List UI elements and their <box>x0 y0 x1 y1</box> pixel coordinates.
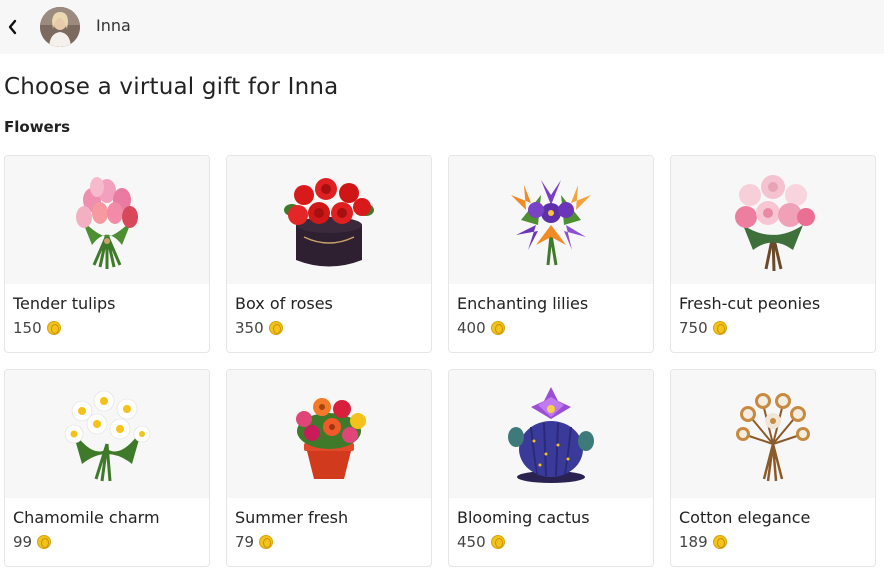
gift-name: Summer fresh <box>235 508 349 527</box>
gift-price: 750 <box>679 319 727 337</box>
roses-box-icon <box>284 178 374 267</box>
gift-name: Tender tulips <box>13 294 116 313</box>
gift-price: 400 <box>457 319 505 337</box>
chevron-left-icon <box>8 19 17 35</box>
flower-pot-icon <box>296 398 366 479</box>
gift-card-chamomile-charm[interactable]: Chamomile charm 99 <box>4 369 210 567</box>
coin-icon <box>268 321 283 335</box>
gift-name: Box of roses <box>235 294 333 313</box>
tulips-bouquet-icon <box>76 177 138 269</box>
gift-name: Fresh-cut peonies <box>679 294 821 313</box>
gift-name: Cotton elegance <box>679 508 811 527</box>
section-heading: Flowers <box>4 118 71 136</box>
back-button[interactable] <box>2 15 24 39</box>
username[interactable]: Inna <box>96 16 131 35</box>
gift-card-box-of-roses[interactable]: Box of roses 350 <box>226 155 432 353</box>
coin-icon <box>259 535 274 549</box>
gift-card-tender-tulips[interactable]: Tender tulips 150 <box>4 155 210 353</box>
gift-name: Chamomile charm <box>13 508 160 527</box>
coin-icon <box>46 321 61 335</box>
gift-name: Enchanting lilies <box>457 294 589 313</box>
gift-image <box>227 370 431 498</box>
peonies-bouquet-icon <box>735 175 815 272</box>
gift-image <box>5 156 209 284</box>
gift-card-fresh-cut-peonies[interactable]: Fresh-cut peonies 750 <box>670 155 876 353</box>
gift-card-cotton-elegance[interactable]: Cotton elegance 189 <box>670 369 876 567</box>
gift-card-blooming-cactus[interactable]: Blooming cactus 450 <box>448 369 654 567</box>
gift-card-summer-fresh[interactable]: Summer fresh 79 <box>226 369 432 567</box>
gift-image <box>449 370 653 498</box>
coin-icon <box>712 321 727 335</box>
gift-price: 189 <box>679 533 727 551</box>
coin-icon <box>490 321 505 335</box>
page-title: Choose a virtual gift for Inna <box>4 74 339 100</box>
gift-image <box>449 156 653 284</box>
gift-image <box>671 156 875 284</box>
gift-price: 450 <box>457 533 505 551</box>
gift-price: 350 <box>235 319 283 337</box>
avatar[interactable] <box>40 7 80 47</box>
gift-price: 99 <box>13 533 52 551</box>
gift-name: Blooming cactus <box>457 508 590 527</box>
gift-price: 150 <box>13 319 61 337</box>
top-bar: Inna <box>0 0 884 54</box>
lilies-bouquet-icon <box>511 180 591 266</box>
gift-image <box>5 370 209 498</box>
chamomile-bouquet-icon <box>64 390 151 482</box>
gift-grid: Tender tulips 150 Box of roses 350 Encha… <box>4 155 876 567</box>
gift-image <box>671 370 875 498</box>
gift-image <box>227 156 431 284</box>
gift-price: 79 <box>235 533 274 551</box>
coin-icon <box>37 535 52 549</box>
cactus-icon <box>508 387 594 483</box>
coin-icon <box>490 535 505 549</box>
gift-card-enchanting-lilies[interactable]: Enchanting lilies 400 <box>448 155 654 353</box>
cotton-bouquet-icon <box>736 393 810 482</box>
coin-icon <box>712 535 727 549</box>
